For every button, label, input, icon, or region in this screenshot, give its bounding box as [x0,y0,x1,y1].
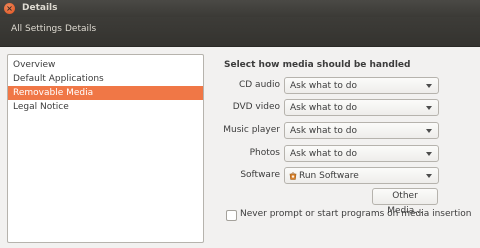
software-label: Software [240,170,280,180]
toolbar: All Settings Details [0,17,480,47]
never-prompt-label[interactable]: Never prompt or start programs on media … [240,209,471,219]
dropdown-arrow-icon [426,152,432,156]
dvd-video-dropdown[interactable]: Ask what to do [284,99,439,116]
software-center-icon [289,172,297,180]
cd-audio-value: Ask what to do [290,81,358,91]
software-dropdown[interactable]: Run Software [284,167,439,184]
window-title: Details [22,3,58,13]
sidebar-item-legal-notice[interactable]: Legal Notice [8,100,203,114]
music-player-value: Ask what to do [290,126,358,136]
music-player-label: Music player [223,125,280,135]
software-value: Run Software [299,171,359,181]
all-settings-button[interactable]: All Settings [11,24,62,34]
title-bar: × Details [0,0,480,17]
photos-dropdown[interactable]: Ask what to do [284,145,439,162]
photos-label: Photos [249,148,280,158]
dropdown-arrow-icon [426,106,432,110]
cd-audio-label: CD audio [238,80,280,90]
other-media-button[interactable]: Other Media... [372,188,438,216]
details-breadcrumb-button[interactable]: Details [65,24,96,34]
dropdown-arrow-icon [426,174,432,178]
dropdown-arrow-icon [426,129,432,133]
close-icon[interactable]: × [4,3,15,14]
music-player-dropdown[interactable]: Ask what to do [284,122,439,139]
dvd-video-label: DVD video [232,102,280,112]
sidebar-item-default-applications[interactable]: Default Applications [8,72,203,86]
dvd-video-value: Ask what to do [290,103,358,113]
sidebar-item-removable-media[interactable]: Removable Media [8,86,203,100]
sidebar-item-overview[interactable]: Overview [8,58,203,72]
photos-value: Ask what to do [290,149,358,159]
never-prompt-checkbox[interactable] [226,210,237,221]
cd-audio-dropdown[interactable]: Ask what to do [284,77,439,94]
section-heading: Select how media should be handled [224,60,411,70]
dropdown-arrow-icon [426,84,432,88]
sidebar: Overview Default Applications Removable … [7,54,204,243]
